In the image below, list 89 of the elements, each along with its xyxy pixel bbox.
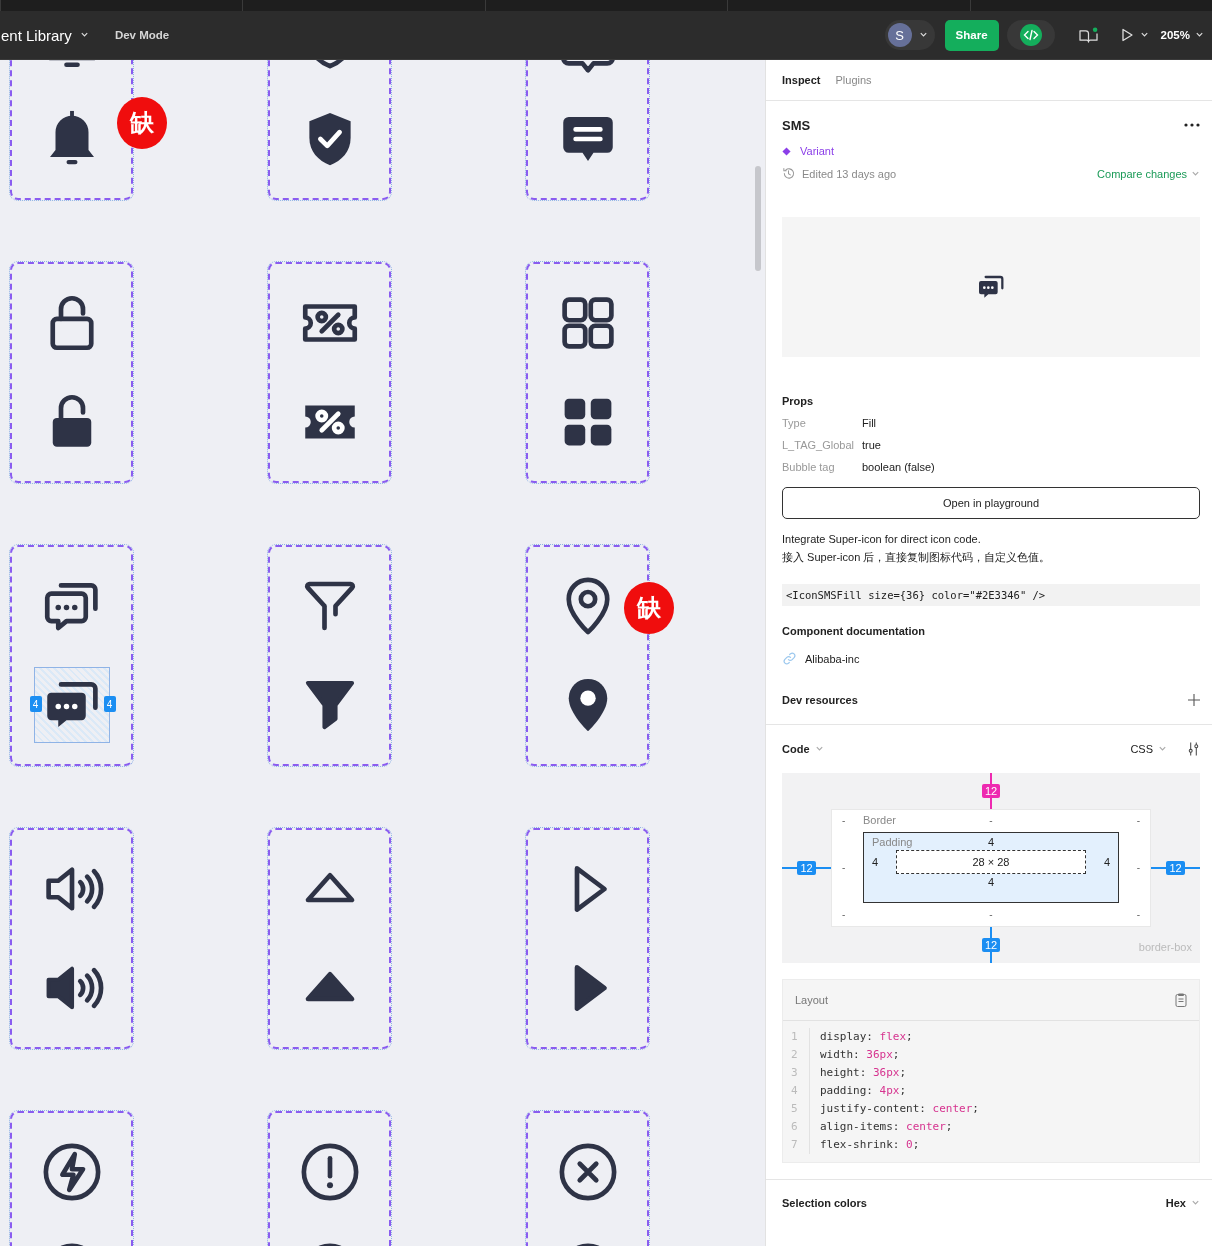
history-icon	[782, 167, 795, 180]
component-title: SMS	[782, 117, 811, 133]
line-number: 1	[791, 1029, 799, 1045]
docs-link[interactable]: Alibaba-inc	[805, 652, 860, 665]
copy-icon[interactable]	[1175, 993, 1187, 1007]
prop-name: Bubble tag	[782, 461, 836, 473]
border-value: -	[1136, 814, 1140, 826]
border-value: -	[1136, 909, 1140, 920]
code-menu[interactable]: Code	[782, 743, 1131, 755]
border-value: -	[842, 862, 846, 873]
avatar: S	[887, 23, 912, 47]
caret-icon	[1158, 746, 1167, 752]
missing-badge: 缺	[624, 582, 674, 634]
mode-label: Dev Mode	[114, 29, 170, 41]
code-line: flex-shrink: 0;	[820, 1137, 921, 1153]
line-number: 7	[791, 1137, 799, 1153]
box-sizing-label: border-box	[1138, 941, 1192, 953]
spacing-tag: 4	[29, 696, 42, 712]
caret-icon	[814, 746, 824, 752]
prop-name: L_TAG_Global	[782, 439, 855, 451]
code-line: align-items: center;	[820, 1119, 954, 1135]
line-number: 2	[791, 1047, 799, 1063]
line-number: 4	[791, 1083, 799, 1099]
avatar-menu[interactable]: S	[884, 20, 935, 50]
caret-icon	[1191, 170, 1200, 177]
dev-mode-toggle[interactable]	[1006, 20, 1055, 50]
border-value: -	[842, 814, 846, 826]
code-line: height: 36px;	[820, 1065, 908, 1081]
section-heading: Dev resources	[782, 694, 858, 706]
padding-value: 4	[987, 876, 995, 888]
prop-name: Type	[782, 417, 807, 429]
section-heading: Component documentation	[782, 625, 926, 637]
border-value: -	[842, 909, 846, 920]
caret-icon	[1191, 1200, 1200, 1206]
prop-value: true	[862, 439, 881, 451]
line-number: 5	[791, 1101, 799, 1117]
description-text: 接入 Super-icon 后，直接复制图标代码，自定义色值。	[782, 550, 1052, 565]
code-block-title: Layout	[795, 994, 829, 1006]
prop-value: Fill	[862, 417, 877, 429]
description-text: Integrate Super-icon for direct icon code.	[782, 533, 982, 545]
playground-button[interactable]: Open in playground	[782, 487, 1200, 519]
caret-icon	[79, 32, 89, 38]
padding-value: 4	[987, 836, 995, 848]
play-icon	[1119, 28, 1134, 42]
border-value: -	[989, 814, 993, 826]
caret-icon	[918, 32, 928, 38]
link-icon	[782, 651, 797, 666]
panel-tab[interactable]: Inspect	[782, 74, 821, 86]
more-icon[interactable]	[1184, 123, 1200, 127]
file-title-menu[interactable]: ent Library	[1, 26, 89, 44]
code-snippet[interactable]: <IconSMSFill size={36} color="#2E3346" />	[782, 584, 1200, 606]
variant-icon	[782, 146, 791, 156]
library-icon[interactable]	[1077, 26, 1099, 44]
code-line: padding: 4px;	[820, 1083, 908, 1099]
settings-icon[interactable]	[1187, 741, 1200, 757]
margin-value: 12	[797, 861, 816, 875]
margin-value: 12	[981, 784, 1001, 798]
edited-time: Edited 13 days ago	[802, 167, 898, 180]
line-number: 3	[791, 1065, 799, 1081]
variant-label: Variant	[800, 145, 835, 157]
padding-value: 4	[1103, 856, 1110, 868]
line-number: 6	[791, 1119, 799, 1135]
selection-box[interactable]	[33, 667, 110, 743]
border-value: -	[989, 909, 993, 920]
margin-value: 12	[981, 938, 1001, 952]
panel-tab[interactable]: Plugins	[835, 74, 872, 86]
padding-label: Padding	[872, 836, 914, 848]
caret-icon	[1195, 32, 1204, 38]
content-size: 28 × 28	[896, 850, 1086, 874]
section-heading: Props	[782, 395, 815, 407]
present-menu[interactable]	[1119, 28, 1149, 42]
border-label: Border	[863, 814, 898, 826]
code-line: justify-content: center;	[820, 1101, 979, 1117]
code-line: width: 36px;	[820, 1047, 901, 1063]
color-format-menu[interactable]: Hex	[1165, 1197, 1200, 1209]
prop-value: boolean (false)	[862, 461, 935, 473]
caret-icon	[1139, 32, 1149, 38]
margin-value: 12	[1166, 861, 1185, 875]
code-line: display: flex;	[820, 1029, 914, 1045]
padding-value: 4	[872, 856, 879, 868]
language-menu[interactable]: CSS	[1130, 743, 1167, 755]
section-heading: Selection colors	[782, 1197, 867, 1209]
add-icon[interactable]	[1188, 694, 1200, 706]
missing-badge: 缺	[117, 97, 167, 149]
border-value: -	[1136, 862, 1140, 873]
compare-changes-link[interactable]: Compare changes	[1097, 167, 1200, 180]
scrollbar[interactable]	[755, 166, 761, 271]
zoom-menu[interactable]: 205%	[1160, 29, 1204, 41]
code-icon	[1018, 23, 1043, 47]
